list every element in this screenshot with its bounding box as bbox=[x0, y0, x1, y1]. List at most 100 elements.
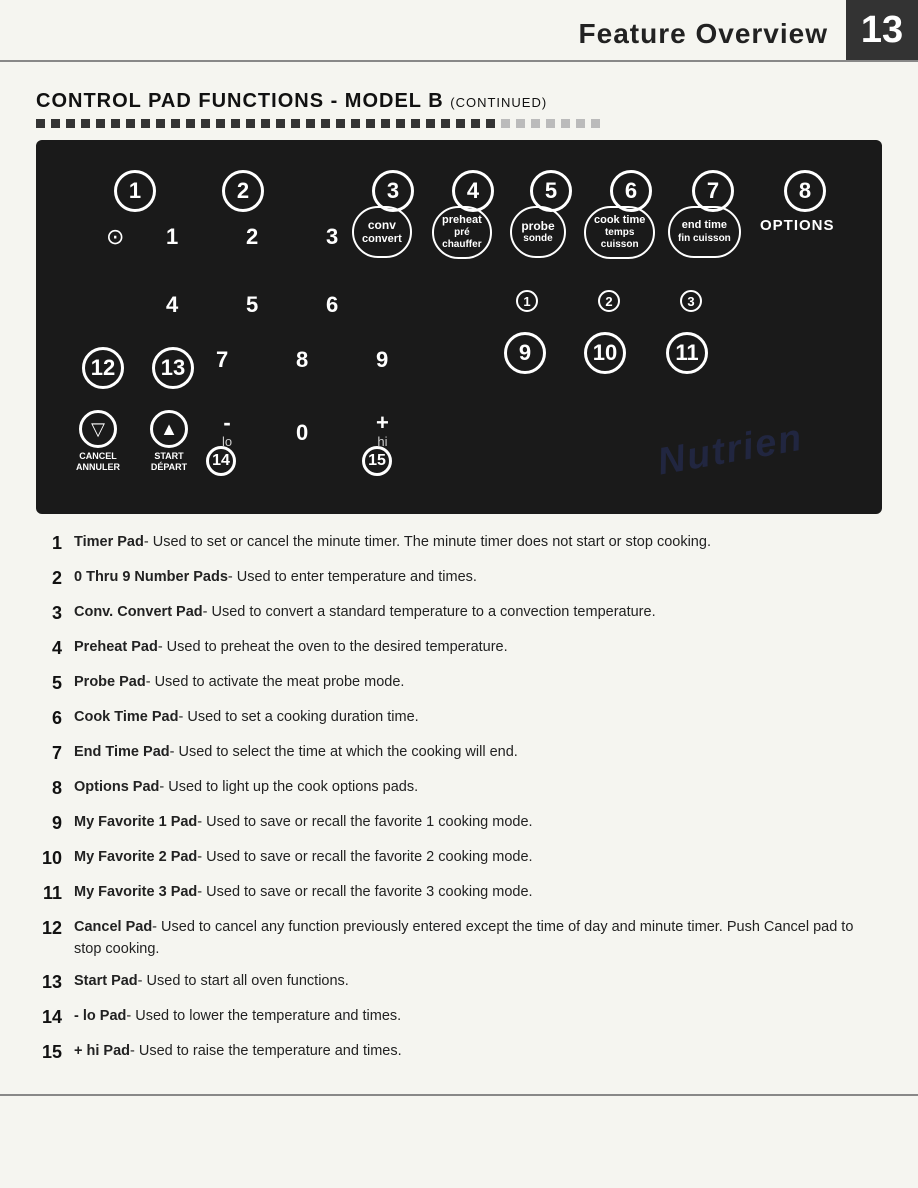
dot bbox=[171, 119, 180, 128]
pad-circle-12: 12 bbox=[82, 347, 124, 389]
key-3-label: 3 bbox=[326, 224, 338, 250]
page-number: 13 bbox=[846, 0, 918, 60]
key-5[interactable]: 5 bbox=[246, 292, 258, 318]
cancel-icon: ▽ bbox=[79, 410, 117, 448]
desc-num-12: 12 bbox=[36, 915, 74, 942]
desc-item-2: 20 Thru 9 Number Pads- Used to enter tem… bbox=[36, 567, 882, 592]
dot bbox=[411, 119, 420, 128]
desc-num-3: 3 bbox=[36, 600, 74, 627]
dot bbox=[516, 119, 525, 128]
fav2-pad[interactable]: 10 bbox=[584, 332, 626, 374]
desc-num-13: 13 bbox=[36, 969, 74, 996]
dot bbox=[351, 119, 360, 128]
desc-item-7: 7End Time Pad- Used to select the time a… bbox=[36, 742, 882, 767]
fav2-small-circle: 2 bbox=[598, 290, 620, 312]
plus-key[interactable]: + bbox=[376, 410, 389, 436]
key-4[interactable]: 4 bbox=[166, 292, 178, 318]
cancel-label: CANCELANNULER bbox=[76, 451, 120, 473]
pad-circle-13: 13 bbox=[152, 347, 194, 389]
dot bbox=[591, 119, 600, 128]
minus-key[interactable]: - bbox=[223, 410, 230, 436]
desc-text-12: Cancel Pad- Used to cancel any function … bbox=[74, 917, 882, 961]
key-2-label: 2 bbox=[246, 224, 258, 250]
desc-item-15: 15+ hi Pad- Used to raise the temperatur… bbox=[36, 1041, 882, 1066]
clock-icon: ⊙ bbox=[106, 224, 124, 250]
desc-num-14: 14 bbox=[36, 1004, 74, 1031]
fav2-pad-label: 10 bbox=[584, 332, 626, 374]
fav1-pad-label: 9 bbox=[504, 332, 546, 374]
desc-num-11: 11 bbox=[36, 880, 74, 907]
desc-item-6: 6Cook Time Pad- Used to set a cooking du… bbox=[36, 707, 882, 732]
desc-text-5: Probe Pad- Used to activate the meat pro… bbox=[74, 672, 882, 694]
fav2-small-label: 2 bbox=[598, 290, 620, 312]
desc-item-3: 3Conv. Convert Pad- Used to convert a st… bbox=[36, 602, 882, 627]
pad-circle-8: 8 bbox=[784, 170, 826, 212]
dot bbox=[486, 119, 495, 128]
dot bbox=[501, 119, 510, 128]
pad-layout: 1 2 3 4 5 6 7 8 ⊙ bbox=[54, 162, 864, 492]
start-label: STARTDÉPART bbox=[151, 451, 187, 473]
dot bbox=[366, 119, 375, 128]
dot bbox=[231, 119, 240, 128]
key-7-label: 7 bbox=[216, 347, 228, 373]
dot bbox=[186, 119, 195, 128]
key-2[interactable]: 2 bbox=[246, 224, 258, 250]
desc-text-10: My Favorite 2 Pad- Used to save or recal… bbox=[74, 847, 882, 869]
dot bbox=[471, 119, 480, 128]
desc-text-15: + hi Pad- Used to raise the temperature … bbox=[74, 1041, 882, 1063]
preheat-button[interactable]: preheat pré chauffer bbox=[432, 206, 492, 259]
end-time-button[interactable]: end time fin cuisson bbox=[668, 206, 741, 258]
desc-num-6: 6 bbox=[36, 705, 74, 732]
start-button[interactable]: ▲ STARTDÉPART bbox=[150, 410, 188, 473]
desc-text-3: Conv. Convert Pad- Used to convert a sta… bbox=[74, 602, 882, 624]
pad-circle-label-1: 1 bbox=[114, 170, 156, 212]
key-9[interactable]: 9 bbox=[376, 347, 388, 373]
key-4-label: 4 bbox=[166, 292, 178, 318]
fav3-small-label: 3 bbox=[680, 290, 702, 312]
key-3[interactable]: 3 bbox=[326, 224, 338, 250]
desc-item-4: 4Preheat Pad- Used to preheat the oven t… bbox=[36, 637, 882, 662]
key-6-label: 6 bbox=[326, 292, 338, 318]
end-time-label: end time fin cuisson bbox=[668, 206, 741, 258]
preheat-label: preheat pré chauffer bbox=[432, 206, 492, 259]
key-1[interactable]: 1 bbox=[166, 224, 178, 250]
pad-circle-label-13: 13 bbox=[152, 347, 194, 389]
section-title: CONTROL PAD FUNCTIONS - MODEL B (CONTINU… bbox=[36, 90, 882, 113]
key-0[interactable]: 0 bbox=[296, 420, 308, 446]
page-header: Feature Overview 13 bbox=[0, 0, 918, 62]
desc-text-13: Start Pad- Used to start all oven functi… bbox=[74, 971, 882, 993]
pad-circle-14: 14 bbox=[206, 446, 236, 476]
dot bbox=[396, 119, 405, 128]
dot bbox=[66, 119, 75, 128]
key-6[interactable]: 6 bbox=[326, 292, 338, 318]
desc-text-4: Preheat Pad- Used to preheat the oven to… bbox=[74, 637, 882, 659]
desc-item-8: 8Options Pad- Used to light up the cook … bbox=[36, 777, 882, 802]
cook-time-button[interactable]: cook time temps cuisson bbox=[584, 206, 655, 259]
pad-circle-15: 15 bbox=[362, 446, 392, 476]
desc-text-2: 0 Thru 9 Number Pads- Used to enter temp… bbox=[74, 567, 882, 589]
dot bbox=[51, 119, 60, 128]
fav3-small-circle: 3 bbox=[680, 290, 702, 312]
probe-button[interactable]: probe sonde bbox=[510, 206, 566, 258]
key-7[interactable]: 7 bbox=[216, 347, 228, 373]
key-8[interactable]: 8 bbox=[296, 347, 308, 373]
fav1-pad[interactable]: 9 bbox=[504, 332, 546, 374]
desc-num-4: 4 bbox=[36, 635, 74, 662]
options-button[interactable]: OPTIONS bbox=[760, 217, 835, 234]
cancel-button[interactable]: ▽ CANCELANNULER bbox=[76, 410, 120, 473]
desc-num-10: 10 bbox=[36, 845, 74, 872]
desc-text-9: My Favorite 1 Pad- Used to save or recal… bbox=[74, 812, 882, 834]
desc-num-15: 15 bbox=[36, 1039, 74, 1066]
fav3-pad[interactable]: 11 bbox=[666, 332, 708, 374]
control-pad-image: 1 2 3 4 5 6 7 8 ⊙ bbox=[36, 140, 882, 514]
key-0-label: 0 bbox=[296, 420, 308, 446]
dot bbox=[336, 119, 345, 128]
conv-convert-button[interactable]: conv convert bbox=[352, 206, 412, 258]
desc-text-7: End Time Pad- Used to select the time at… bbox=[74, 742, 882, 764]
pad-circle-label-15: 15 bbox=[362, 446, 392, 476]
dot bbox=[546, 119, 555, 128]
desc-num-1: 1 bbox=[36, 530, 74, 557]
pad-circle-label-14: 14 bbox=[206, 446, 236, 476]
dot bbox=[306, 119, 315, 128]
dot bbox=[276, 119, 285, 128]
